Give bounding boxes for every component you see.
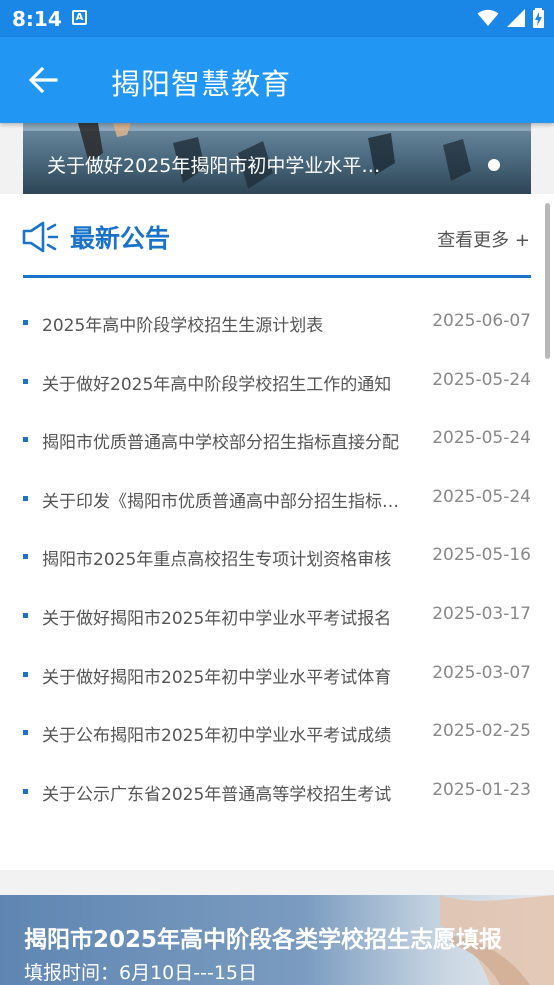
status-time: 8:14 (12, 7, 62, 31)
notice-date: 2025-05-16 (432, 545, 531, 566)
bullet-icon (23, 613, 28, 618)
notice-date: 2025-06-07 (432, 311, 531, 331)
notice-date: 2025-05-24 (432, 369, 531, 390)
bullet-icon (23, 495, 28, 501)
speaker-icon (22, 221, 58, 253)
notice-list-item[interactable]: 关于印发《揭阳市优质普通高中部分招生指标分配 2025-05-24 (0, 478, 554, 518)
notice-heading: 最新公告 (70, 224, 171, 253)
enrollment-card[interactable]: 揭阳市2025年高中阶段各类学校招生志愿填报 填报时间：6月10日---15日 (0, 895, 554, 985)
banner-carousel[interactable]: 关于做好2025年揭阳市初中学业水平考试工作的通知 (23, 123, 531, 194)
notice-title: 关于公示广东省2025年普通高等学校招生考试 (42, 784, 392, 805)
notice-date: 2025-05-24 (432, 486, 531, 507)
notice-title: 揭阳市2025年重点高校招生专项计划资格审核 (42, 550, 392, 571)
bullet-icon (23, 554, 28, 560)
banner-caption: 关于做好2025年揭阳市初中学业水平考试工作的通知 (47, 155, 397, 177)
bullet-icon (23, 320, 28, 325)
notice-date: 2025-02-25 (432, 721, 531, 742)
bullet-icon (23, 730, 28, 736)
notice-list-item[interactable]: 关于做好揭阳市2025年初中学业水平考试报名 2025-03-17 (0, 595, 554, 635)
notice-date: 2025-05-24 (432, 428, 531, 449)
bullet-icon (23, 671, 28, 677)
notice-list-item[interactable]: 2025年高中阶段学校招生生源计划表 2025-06-07 (0, 302, 554, 342)
heading-divider (23, 275, 531, 278)
notice-date: 2025-03-17 (432, 604, 531, 624)
battery-charging-icon (533, 8, 544, 28)
view-more-link[interactable]: 查看更多 + (437, 226, 530, 252)
notice-title: 关于做好揭阳市2025年初中学业水平考试体育 (42, 667, 392, 688)
notice-title: 2025年高中阶段学校招生生源计划表 (42, 316, 324, 336)
bullet-icon (23, 437, 28, 443)
bullet-icon (23, 788, 28, 794)
notice-title: 关于做好揭阳市2025年初中学业水平考试报名 (42, 609, 392, 629)
carousel-indicator-dot[interactable] (488, 159, 500, 171)
notice-title: 关于公布揭阳市2025年初中学业水平考试成绩 (42, 726, 392, 747)
notice-title: 关于做好2025年高中阶段学校招生工作的通知 (42, 374, 392, 395)
notice-list-item[interactable]: 揭阳市2025年重点高校招生专项计划资格审核 2025-05-16 (0, 536, 554, 576)
arrow-left-icon[interactable] (26, 63, 60, 97)
notice-list-item[interactable]: 揭阳市优质普通高中学校部分招生指标直接分配 2025-05-24 (0, 419, 554, 459)
scrollbar[interactable] (545, 203, 550, 359)
notice-list-item[interactable]: 关于做好2025年高中阶段学校招生工作的通知 2025-05-24 (0, 361, 554, 401)
notice-date: 2025-03-07 (432, 662, 531, 683)
status-bar: 8:14 A (0, 0, 554, 37)
notice-panel: 最新公告 查看更多 + 2025年高中阶段学校招生生源计划表 2025-06-07… (0, 194, 554, 870)
notice-list-item[interactable]: 关于做好揭阳市2025年初中学业水平考试体育 2025-03-07 (0, 654, 554, 694)
bullet-icon (23, 378, 28, 384)
notice-title: 揭阳市优质普通高中学校部分招生指标直接分配 (42, 433, 399, 454)
signal-icon (507, 9, 525, 27)
card-title: 揭阳市2025年高中阶段各类学校招生志愿填报 (24, 927, 503, 953)
notice-date: 2025-01-23 (432, 779, 531, 800)
notice-list-item[interactable]: 关于公布揭阳市2025年初中学业水平考试成绩 2025-02-25 (0, 712, 554, 752)
status-icons (477, 8, 544, 28)
notice-title: 关于印发《揭阳市优质普通高中部分招生指标分配 (42, 491, 402, 512)
card-subtitle: 填报时间：6月10日---15日 (24, 962, 258, 984)
notification-icon: A (72, 10, 87, 25)
notice-list-item[interactable]: 关于公示广东省2025年普通高等学校招生考试 2025-01-23 (0, 771, 554, 811)
page-title: 揭阳智慧教育 (111, 67, 292, 101)
app-bar: 揭阳智慧教育 (0, 37, 554, 123)
wifi-icon (477, 9, 499, 26)
